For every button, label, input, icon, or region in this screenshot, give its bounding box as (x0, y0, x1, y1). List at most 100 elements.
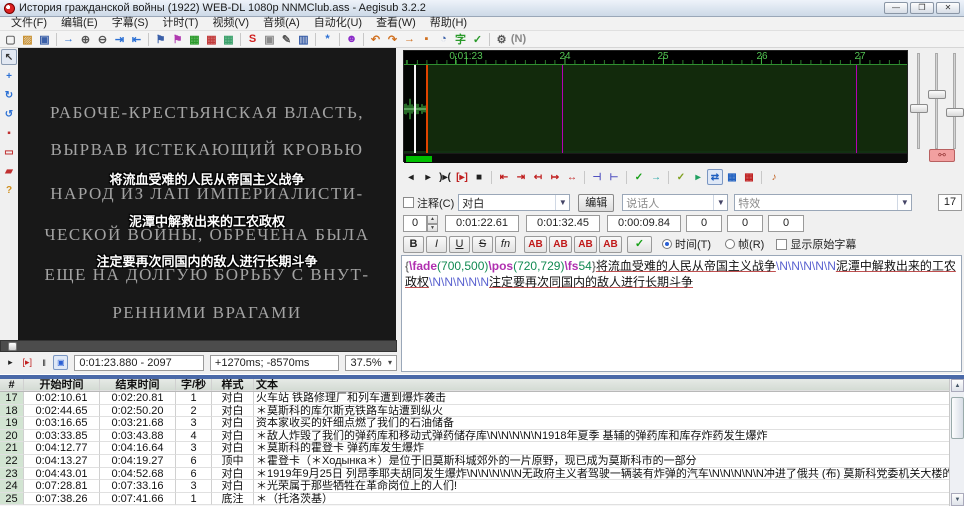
comment-checkbox[interactable] (403, 197, 414, 208)
duration-field[interactable]: 0:00:09.84 (607, 215, 681, 232)
add-lead-out-icon[interactable]: ⊢ (606, 169, 622, 185)
audio-selection-region[interactable] (426, 65, 907, 153)
bold-button[interactable]: B (403, 236, 424, 253)
grid-header-2[interactable]: 结束时间 (100, 379, 176, 391)
video-seek-bar[interactable] (0, 340, 397, 352)
video-seek-thumb[interactable] (8, 342, 17, 351)
show-original-checkbox[interactable] (776, 239, 787, 250)
secondary-color-button[interactable]: AB (549, 236, 572, 253)
table-row[interactable]: 200:03:33.850:03:43.884对白＊敌人炸毁了我们的弹药库和移动… (0, 430, 964, 443)
menu-item-V[interactable]: 视频(V) (205, 17, 256, 30)
save-file-icon[interactable]: ▣ (36, 32, 53, 47)
forward-icon[interactable]: → (401, 32, 418, 47)
subtitle-text-editor[interactable]: {\fade(700,500)\pos(720,729)\fs54}将流血受难的… (401, 255, 962, 372)
add-lead-in-icon[interactable]: ⊣ (589, 169, 605, 185)
table-row[interactable]: 250:07:38.260:07:41.661底注＊（托洛茨基） (0, 493, 964, 506)
video-auto-seek-toggle[interactable]: ▣ (53, 355, 68, 370)
keyframe-marker[interactable] (562, 65, 563, 153)
styling-assistant-icon[interactable]: ⚑ (169, 32, 186, 47)
open-file-icon[interactable]: ▨ (19, 32, 36, 47)
auto-next-icon[interactable]: ▸ (690, 169, 706, 185)
table-row[interactable]: 240:07:28.810:07:33.163对白＊光荣属于那些牺牲在革命岗位上… (0, 480, 964, 493)
rotate-xy-icon[interactable]: ↺ (1, 106, 17, 122)
volume-slider-thumb[interactable] (946, 108, 964, 117)
grid-header-4[interactable]: 样式 (212, 379, 254, 391)
frame-radio[interactable] (725, 239, 735, 249)
menu-item-W[interactable]: 查看(W) (369, 17, 423, 30)
automation-icon[interactable]: * (319, 32, 336, 47)
edit-style-button[interactable]: 编辑 (578, 194, 614, 212)
audio-waveform-box[interactable]: 0:01:2324252627 (403, 50, 908, 162)
video-pause-button[interactable]: ‖ (37, 355, 52, 370)
jump-to-icon[interactable]: → (60, 32, 77, 47)
link-vertical-zoom-button[interactable]: ⚯ (929, 149, 955, 162)
effect-select[interactable]: 特效 ▼ (734, 194, 912, 211)
video-marker[interactable] (414, 65, 416, 153)
grid-header-1[interactable]: 开始时间 (24, 379, 100, 391)
shift-end-forward-icon[interactable]: ↦ (547, 169, 563, 185)
redo-icon[interactable]: ↷ (384, 32, 401, 47)
shadow-color-button[interactable]: AB (599, 236, 622, 253)
grid-header-5[interactable]: 文本 (254, 379, 964, 391)
select-lines-icon[interactable]: ▥ (295, 32, 312, 47)
table-row[interactable]: 180:02:44.650:02:50.202对白＊莫斯科的库尔斯克铁路车站遭到… (0, 405, 964, 418)
layer-spinner[interactable]: ▲▼ (427, 215, 438, 232)
options-icon[interactable]: ☻ (343, 32, 360, 47)
selstart-marker[interactable] (426, 65, 428, 153)
zoom-out-icon[interactable]: ⊖ (94, 32, 111, 47)
menu-item-H[interactable]: 帮助(H) (423, 17, 474, 30)
attachments-icon[interactable]: ▣ (261, 32, 278, 47)
underline-button[interactable]: U (449, 236, 470, 253)
shift-times-icon[interactable]: ⚑ (152, 32, 169, 47)
volume-slider[interactable] (953, 53, 956, 149)
kanji-timer-icon[interactable]: 字 (452, 32, 469, 47)
menu-item-S[interactable]: 字幕(S) (105, 17, 156, 30)
table-row[interactable]: 190:03:16.650:03:21.683对白资本家收买的奸细点燃了我们的石… (0, 417, 964, 430)
vertical-zoom-slider-thumb[interactable] (928, 90, 946, 99)
undo-icon[interactable]: ↶ (367, 32, 384, 47)
stop-icon[interactable]: ▪ (418, 32, 435, 47)
table-row[interactable]: 170:02:10.610:02:20.811对白火车站 铁路修理厂和列车遭到爆… (0, 392, 964, 405)
auto-commit-icon[interactable]: ✓ (673, 169, 689, 185)
keyframe-marker[interactable] (856, 65, 857, 153)
menu-item-E[interactable]: 编辑(E) (54, 17, 105, 30)
layer-field[interactable]: 0 (403, 215, 427, 232)
go-to-selection-icon[interactable]: → (648, 169, 664, 185)
spell-checker-icon[interactable]: ✓ (469, 32, 486, 47)
karaoke-mode-icon[interactable]: ♪ (766, 169, 782, 185)
restore-button[interactable]: ❐ (910, 2, 934, 14)
end-time-field[interactable]: 0:01:32.45 (526, 215, 600, 232)
italic-button[interactable]: I (426, 236, 447, 253)
horizontal-zoom-slider[interactable] (917, 53, 920, 149)
audio-scrollbar-thumb[interactable] (406, 156, 432, 162)
video-play-button[interactable]: ▸ (3, 355, 18, 370)
shift-start-back-icon[interactable]: ⇤ (496, 169, 512, 185)
shift-start-forward-icon[interactable]: ⇥ (513, 169, 529, 185)
grid-scrollbar[interactable]: ▲ ▼ (949, 379, 964, 506)
new-file-icon[interactable]: ▢ (2, 32, 19, 47)
font-name-button[interactable]: fn (495, 236, 516, 253)
audio-next-line-icon[interactable]: ▸ (420, 169, 436, 185)
table-row[interactable]: 210:04:12.770:04:16.643对白＊莫斯科的霍登卡 弹药库发生爆… (0, 442, 964, 455)
shift-end-back-icon[interactable]: ↤ (530, 169, 546, 185)
video-play-line-button[interactable]: [▸] (20, 355, 35, 370)
actor-select[interactable]: 说话人 ▼ (622, 194, 728, 211)
grid-header-0[interactable]: # (0, 379, 24, 391)
audio-prev-line-icon[interactable]: ◂ (403, 169, 419, 185)
whats-new-icon[interactable]: (N) (510, 32, 527, 47)
link-vertical-zoom-icon[interactable]: ▦ (741, 169, 757, 185)
menu-item-U[interactable]: 自动化(U) (307, 17, 369, 30)
close-button[interactable]: ✕ (936, 2, 960, 14)
properties-icon[interactable]: ✎ (278, 32, 295, 47)
strikeout-button[interactable]: S (472, 236, 493, 253)
commit-button[interactable]: ✓ (627, 236, 652, 253)
audio-scrollbar[interactable] (404, 153, 907, 163)
grid-header-3[interactable]: 字/秒 (176, 379, 212, 391)
horizontal-zoom-slider-thumb[interactable] (910, 104, 928, 113)
resample-resolution-icon[interactable]: ▦ (203, 32, 220, 47)
commit-icon[interactable]: ✓ (631, 169, 647, 185)
time-radio[interactable] (662, 239, 672, 249)
video-zoom-select[interactable]: 37.5% ▾ (345, 355, 397, 371)
audio-stop-icon[interactable]: ■ (471, 169, 487, 185)
rectangular-clip-icon[interactable]: ▭ (1, 144, 17, 160)
